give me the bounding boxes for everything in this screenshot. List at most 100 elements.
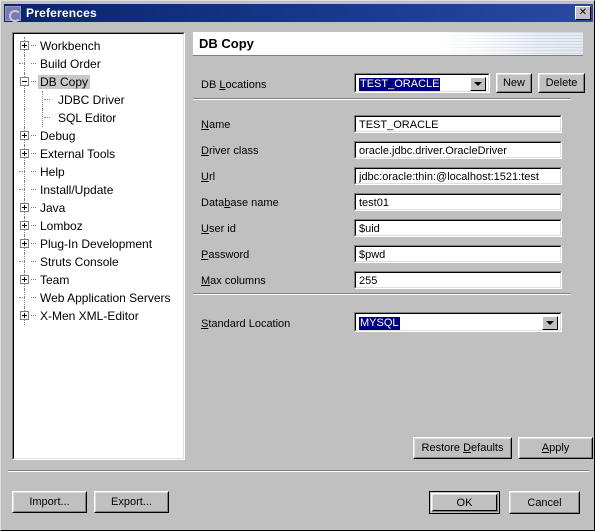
tree-trunk-line [24, 109, 26, 127]
banner-gradient [433, 32, 583, 55]
field-label: Password [201, 249, 249, 262]
preferences-tree[interactable]: Workbench Build Order DB Copy JDBC Driver SQ… [12, 32, 185, 460]
tree-item-workbench[interactable]: Workbench [14, 37, 183, 55]
tree-connector [31, 261, 36, 263]
field-label-post: ax columns [210, 275, 266, 287]
db-locations-value: TEST_ORACLE [359, 78, 441, 91]
text-input[interactable]: $pwd [354, 245, 562, 263]
delete-button[interactable]: Delete [538, 73, 585, 93]
field-label-mnemonic: U [201, 223, 209, 235]
field-label: Database name [201, 197, 279, 210]
eclipse-icon [5, 5, 21, 22]
standard-location-label: Standard Location [201, 318, 291, 330]
db-locations-combo[interactable]: TEST_ORACLE [354, 73, 490, 93]
export-button[interactable]: Export... [94, 491, 169, 513]
tree-connector [19, 189, 25, 191]
standard-location-combo[interactable]: MYSQL [354, 312, 562, 332]
tree-connector [19, 63, 25, 65]
field-label-post: assword [208, 249, 250, 261]
text-input[interactable]: $uid [354, 219, 562, 237]
text-input-inner[interactable]: jdbc:oracle:thin:@localhost:1521:test [355, 168, 561, 184]
separator-top [193, 98, 571, 100]
expand-icon[interactable] [20, 221, 29, 230]
field-label-mnemonic: N [201, 119, 209, 131]
tree-item-help[interactable]: Help [14, 163, 183, 181]
field-label-mnemonic: U [201, 171, 209, 183]
tree-item-struts-console[interactable]: Struts Console [14, 253, 183, 271]
text-input-inner[interactable]: test01 [355, 194, 561, 210]
tree-item-label: SQL Editor [58, 111, 117, 125]
tree-connector [44, 117, 50, 119]
tree-item-install-update[interactable]: Install/Update [14, 181, 183, 199]
tree-item-jdbc-driver[interactable]: JDBC Driver [14, 91, 183, 109]
text-input-inner[interactable]: TEST_ORACLE [355, 116, 561, 132]
expand-icon[interactable] [20, 41, 29, 50]
field-label-mnemonic: M [201, 275, 211, 287]
tree-item-sql-editor[interactable]: SQL Editor [14, 109, 183, 127]
text-input-inner[interactable]: 255 [355, 272, 561, 288]
tree-scroll-area[interactable]: Workbench Build Order DB Copy JDBC Driver SQ… [14, 34, 183, 458]
collapse-icon[interactable] [20, 77, 29, 86]
cancel-button[interactable]: Cancel [509, 491, 580, 514]
restore-defaults-label: Restore Defaults [421, 442, 504, 454]
text-input[interactable]: oracle.jdbc.driver.OracleDriver [354, 141, 562, 159]
separator-bottom [193, 293, 571, 295]
tree-trunk-line [24, 91, 26, 109]
tree-connector [44, 99, 50, 101]
tree-connector [31, 225, 36, 227]
tree-item-lomboz[interactable]: Lomboz [14, 217, 183, 235]
tree-connector [31, 135, 36, 137]
db-locations-label: DB Locations [201, 79, 267, 91]
text-input[interactable]: TEST_ORACLE [354, 115, 562, 133]
standard-location-value: MYSQL [359, 317, 400, 330]
text-input[interactable]: 255 [354, 271, 562, 289]
text-input-inner[interactable]: $uid [355, 220, 561, 236]
tree-item-label: Team [40, 273, 70, 287]
tree-item-java[interactable]: Java [14, 199, 183, 217]
field-label: Name [201, 119, 230, 132]
close-icon[interactable]: ✕ [575, 6, 591, 20]
expand-icon[interactable] [20, 275, 29, 284]
restore-defaults-button[interactable]: Restore Defaults [413, 437, 512, 459]
text-input-value: test01 [359, 197, 389, 209]
text-input-inner[interactable]: oracle.jdbc.driver.OracleDriver [355, 142, 561, 158]
text-input-value: $pwd [359, 249, 386, 261]
apply-button[interactable]: Apply [518, 437, 593, 459]
tree-connector [31, 81, 36, 83]
tree-item-team[interactable]: Team [14, 271, 183, 289]
field-label-post: river class [208, 145, 259, 157]
tree-item-db-copy[interactable]: DB Copy [14, 73, 183, 91]
expand-icon[interactable] [20, 149, 29, 158]
expand-icon[interactable] [20, 203, 29, 212]
text-input-value: 255 [359, 275, 378, 287]
tree-item-label: X-Men XML-Editor [40, 309, 139, 323]
import-button[interactable]: Import... [12, 491, 87, 513]
tree-connector [31, 315, 36, 317]
tree-connector [19, 261, 25, 263]
text-input[interactable]: jdbc:oracle:thin:@localhost:1521:test [354, 167, 562, 185]
tree-item-x-men-xml-editor[interactable]: X-Men XML-Editor [14, 307, 183, 325]
chevron-down-icon[interactable] [542, 316, 558, 330]
ok-button[interactable]: OK [429, 491, 500, 514]
tree-item-web-application-servers[interactable]: Web Application Servers [14, 289, 183, 307]
text-input-inner[interactable]: $pwd [355, 246, 561, 262]
tree-connector [31, 243, 36, 245]
tree-connector [31, 153, 36, 155]
expand-icon[interactable] [20, 311, 29, 320]
page-title: DB Copy [199, 36, 254, 51]
tree-item-label: Workbench [40, 39, 101, 53]
chevron-down-icon[interactable] [470, 77, 486, 91]
tree-item-build-order[interactable]: Build Order [14, 55, 183, 73]
tree-connector [31, 189, 36, 191]
text-input-value: $uid [359, 223, 380, 235]
field-label-post: rl [208, 171, 216, 183]
expand-icon[interactable] [20, 131, 29, 140]
tree-item-plug-in-development[interactable]: Plug-In Development [14, 235, 183, 253]
new-button[interactable]: New [496, 73, 532, 93]
db-copy-form: DB Locations TEST_ORACLE New Delete Name… [193, 57, 593, 459]
expand-icon[interactable] [20, 239, 29, 248]
tree-item-debug[interactable]: Debug [14, 127, 183, 145]
tree-item-external-tools[interactable]: External Tools [14, 145, 183, 163]
tree-connector [19, 171, 25, 173]
text-input[interactable]: test01 [354, 193, 562, 211]
